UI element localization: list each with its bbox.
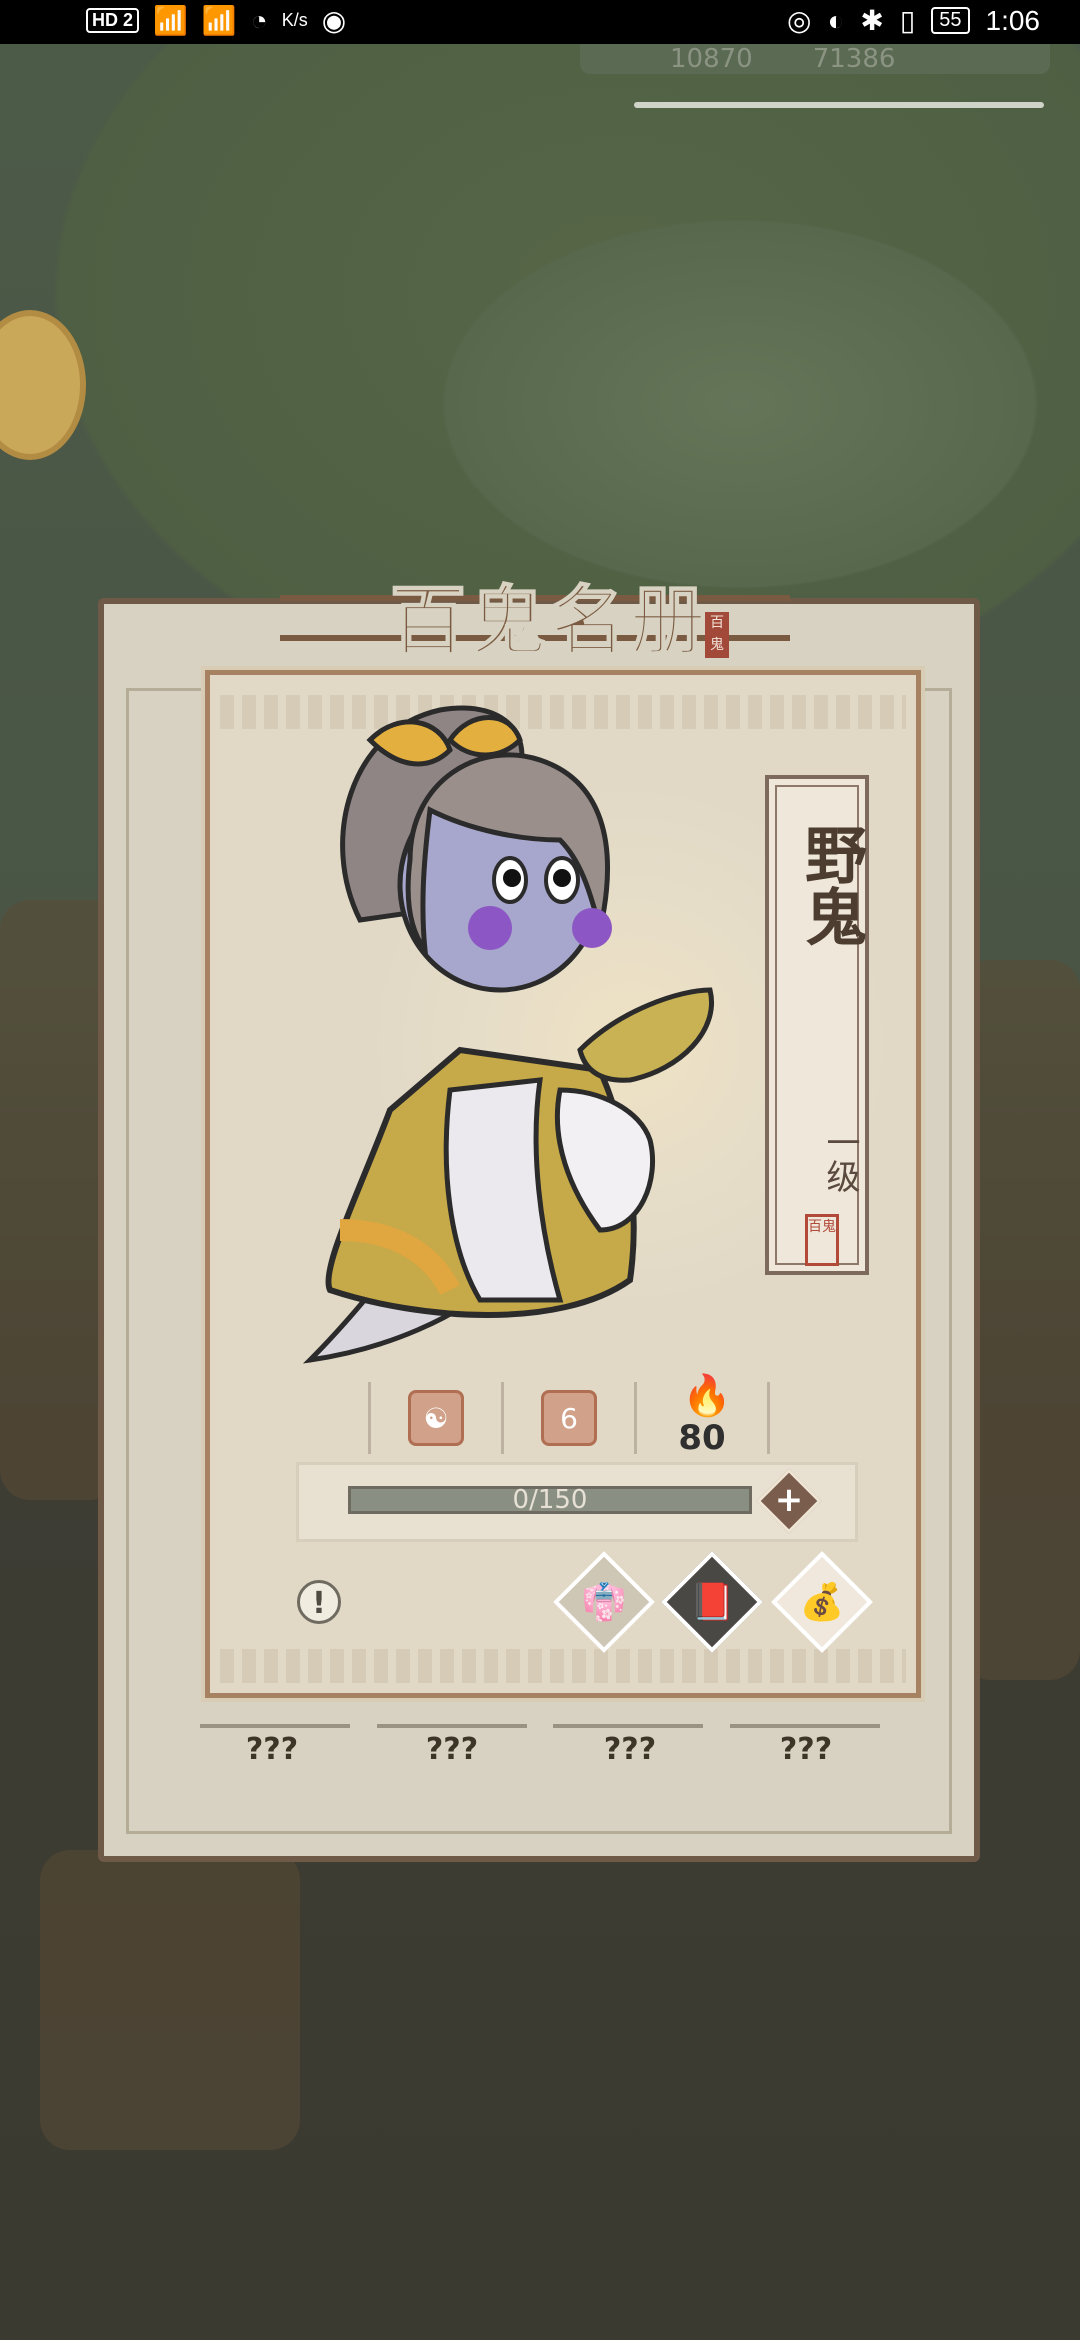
info-button[interactable]: ! [297,1580,341,1624]
experience-bar: 0/150 [348,1485,752,1515]
stat-power: 🔥 80 [634,1376,770,1458]
bluetooth-icon: ✱ [860,5,884,36]
eye-icon: ◎ [787,5,812,36]
ghost-list-row [200,1700,880,1728]
robe-icon: 👘 [581,1582,627,1623]
ghost-slot[interactable] [200,1700,350,1728]
top-progress-line [634,102,1044,108]
treasure-bag-icon: 💰 [799,1582,845,1623]
experience-text: 0/150 [512,1485,588,1515]
wifi-icon: ◔ [250,4,268,36]
status-bar: HD 2 📶 📶 ◔ K/s ◉ ◎ ◐ ✱ ▯ 55 1:06 [0,0,1080,44]
network-badge: HD 2 [86,8,140,33]
currency-1-value: 10870 [670,44,753,74]
status-left: HD 2 📶 📶 ◔ K/s ◉ [86,4,346,37]
flame-icon: 🔥 [682,1373,732,1419]
cliff-bottom-left [40,1850,300,2150]
power-value: 80 [678,1418,726,1458]
ghost-slot-label: ??? [779,1732,833,1767]
yin-yang-icon: ☯ [408,1390,464,1446]
ghost-level: 一级 [820,1125,860,1193]
ghost-slot-label: ??? [245,1732,299,1767]
card-bottom-pattern [220,1649,906,1683]
speed-unit: K/s [281,10,308,30]
ghost-name: 野鬼 [794,823,867,947]
mute-icon: ◐ [827,4,845,36]
currency-2-value: 71386 [812,44,896,74]
status-right: ◎ ◐ ✱ ▯ 55 1:06 [787,4,1040,37]
grade-badge-icon: 6 [541,1390,597,1446]
stat-element[interactable]: ☯ [368,1382,501,1454]
ghost-slot-label: ??? [603,1732,657,1767]
ghost-slot[interactable] [376,1700,527,1728]
battery-indicator: 55 [931,7,970,34]
ghost-slot-label: ??? [425,1732,479,1767]
ghost-character-illustration [302,705,714,1364]
ghost-slot[interactable] [729,1700,880,1728]
name-plaque: 野鬼 一级 百鬼 [765,775,869,1275]
signal-icon: 📶 [153,5,188,36]
book-icon: 📕 [689,1582,735,1623]
clock: 1:06 [985,4,1041,36]
name-seal: 百鬼 [805,1214,839,1266]
resource-bar: 10870 71386 [580,44,1050,74]
ghost-slot[interactable] [553,1700,704,1728]
panel-title: 百鬼名册 [389,576,710,667]
title-seal: 百鬼 [705,612,729,658]
app-icon: ◉ [321,5,347,36]
exclamation-icon: ! [312,1586,326,1621]
stats-row: ☯ 6 🔥 80 [368,1376,770,1458]
signal-icon-2: 📶 [201,5,237,36]
stat-grade[interactable]: 6 [501,1382,634,1454]
plus-icon: + [774,1480,804,1520]
vibrate-icon: ▯ [899,5,916,36]
